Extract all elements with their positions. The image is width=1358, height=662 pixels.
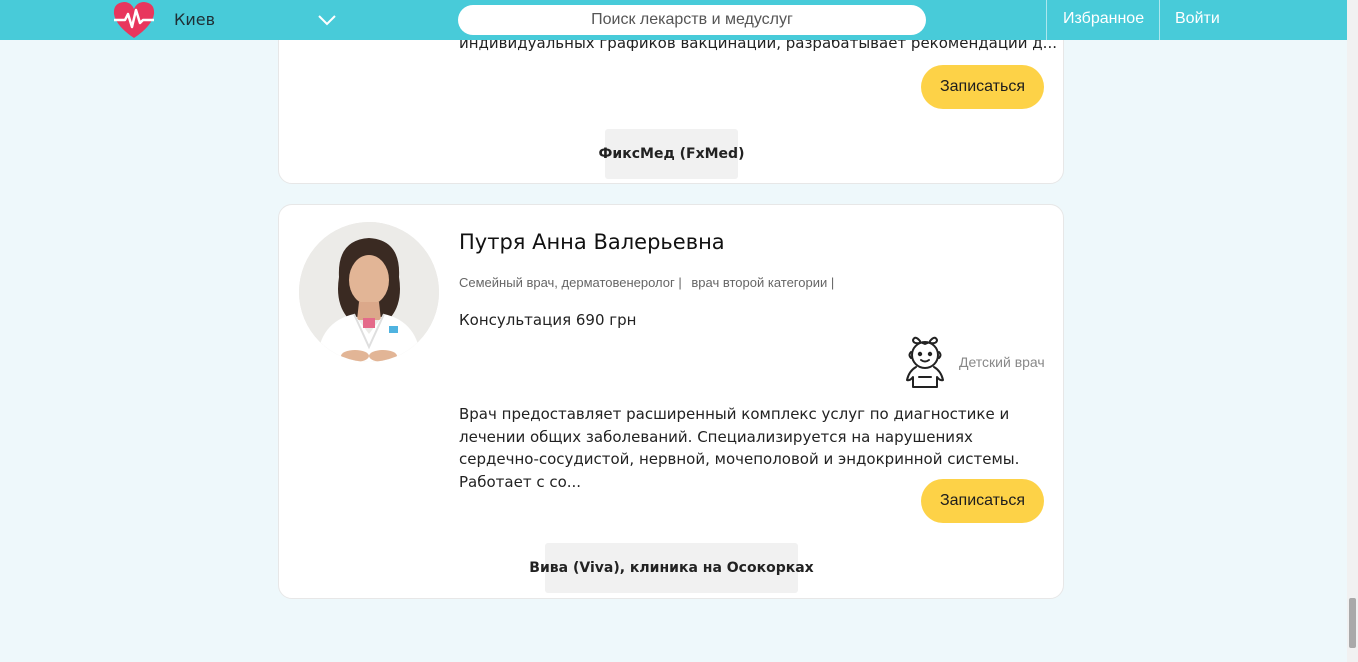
consultation-price: Консультация 690 грн (459, 311, 637, 329)
top-header: Киев Избранное Войти (0, 0, 1347, 40)
book-appointment-button[interactable]: Записаться (921, 65, 1044, 109)
chevron-down-icon[interactable] (317, 12, 337, 26)
doctor-name[interactable]: Путря Анна Валерьевна (459, 230, 725, 254)
favorites-link[interactable]: Избранное (1063, 10, 1144, 28)
doctor-avatar[interactable] (299, 222, 439, 362)
child-doctor-badge: Детский врач (959, 354, 1045, 370)
nav-divider (1159, 0, 1160, 40)
doctor-specialties: Семейный врач, дерматовенеролог | врач в… (459, 275, 834, 290)
clinic-tag[interactable]: Вива (Viva), клиника на Осокорках (529, 543, 814, 593)
scrollbar-thumb[interactable] (1349, 598, 1356, 648)
login-link[interactable]: Войти (1175, 10, 1220, 28)
nav-divider (1046, 0, 1047, 40)
specialties-text: Семейный врач, дерматовенеролог | (459, 275, 682, 290)
category-text: врач второй категории | (691, 275, 835, 290)
book-appointment-button[interactable]: Записаться (921, 479, 1044, 523)
heart-pulse-logo-icon[interactable] (112, 1, 156, 39)
search-input[interactable] (458, 5, 926, 35)
city-selector[interactable]: Киев (174, 10, 215, 29)
clinic-tag[interactable]: ФиксМед (FxMed) (599, 129, 744, 179)
child-doctor-icon (901, 335, 951, 389)
page-scrollbar[interactable] (1347, 0, 1358, 662)
doctor-card: Путря Анна Валерьевна Семейный врач, дер… (278, 204, 1064, 599)
